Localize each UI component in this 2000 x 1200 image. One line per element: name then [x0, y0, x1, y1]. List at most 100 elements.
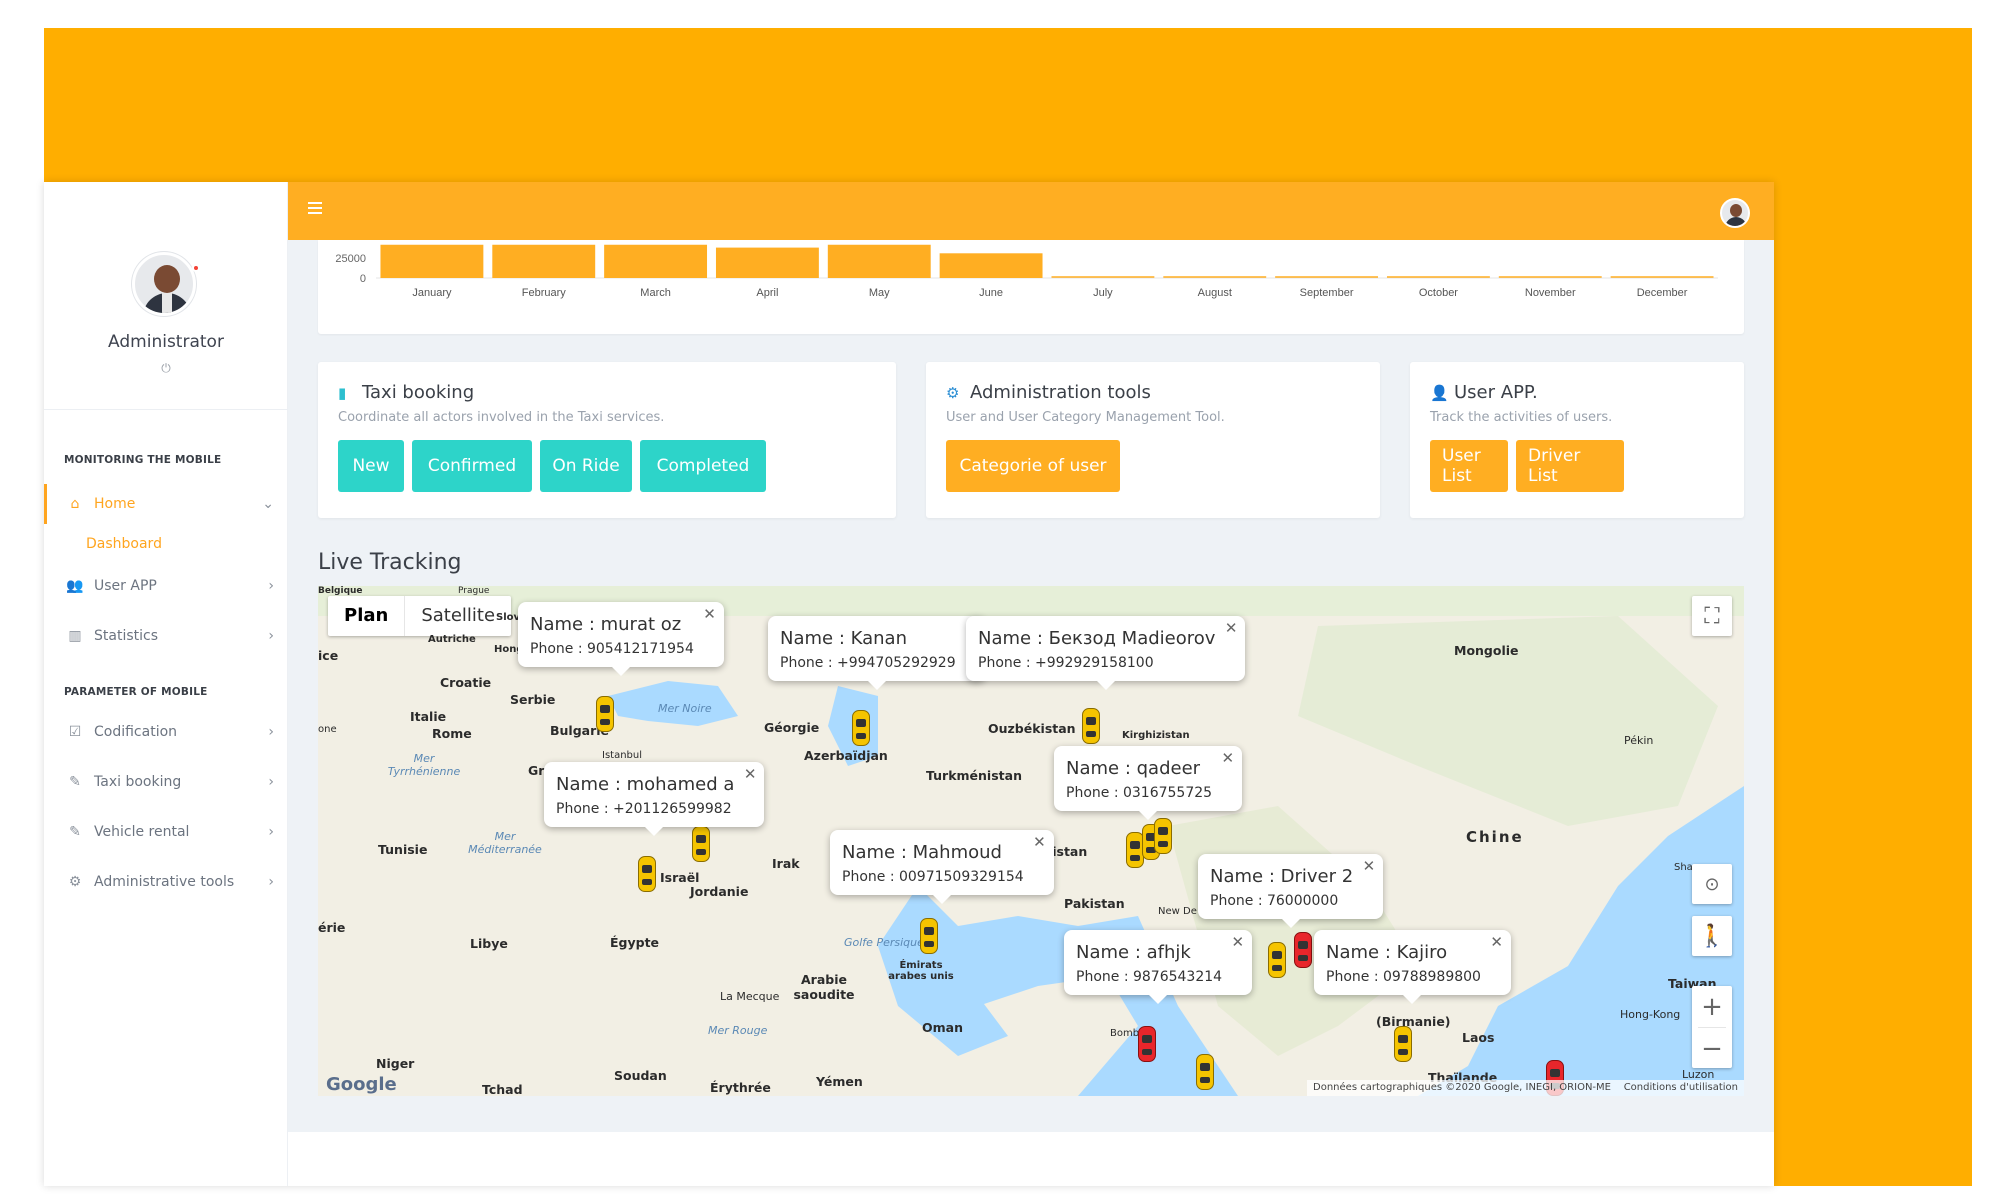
map-label: Pékin [1624, 734, 1654, 747]
categorie-of-user-button[interactable]: Categorie of user [946, 440, 1120, 492]
map-label: Kirghizistan [1122, 730, 1190, 741]
map-label: Bomb [1110, 1028, 1140, 1039]
map-label: Mer Noire [658, 702, 712, 715]
zoom-in-button[interactable]: + [1692, 986, 1732, 1027]
taxi-marker[interactable] [596, 696, 614, 732]
avatar[interactable] [132, 252, 196, 316]
on-ride-button[interactable]: On Ride [540, 440, 632, 492]
driver-info-window: Name : Kanan Phone : +994705292929 ✕ [768, 616, 986, 690]
taxi-marker[interactable] [1394, 1026, 1412, 1062]
sidebar-item-vehicle-rental[interactable]: ✎ Vehicle rental › [44, 812, 288, 852]
chevron-right-icon: › [268, 824, 274, 840]
map-label: érie [318, 920, 346, 935]
map-label: Golfe Persique [844, 936, 924, 949]
sidebar-item-label: Statistics [94, 628, 158, 644]
taxi-marker[interactable] [1138, 1026, 1156, 1062]
gear-icon: ⚙ [946, 383, 960, 402]
driver-info-window: Name : mohamed a Phone : +201126599982 ✕ [544, 762, 765, 836]
close-icon[interactable]: ✕ [744, 765, 757, 783]
x-tick-label: November [1525, 287, 1576, 299]
pencil-icon: ✎ [69, 774, 81, 790]
section-parameter: PARAMETER OF MOBILE [64, 686, 208, 698]
profile-panel: Administrator ⏻ [44, 182, 288, 410]
stage: Administrator ⏻ MONITORING THE MOBILE ⌂ … [0, 0, 2000, 1200]
attribution-text: Données cartographiques ©2020 Google, IN… [1313, 1082, 1611, 1093]
x-tick-label: January [412, 287, 452, 299]
x-tick-label: December [1637, 287, 1688, 299]
taxi-marker[interactable] [1154, 818, 1172, 854]
map-label: (Birmanie) [1376, 1014, 1451, 1029]
map-type-plan[interactable]: Plan [328, 596, 404, 636]
card-title: ⚙ Administration tools [946, 382, 1151, 403]
sidebar-item-statistics[interactable]: ▥ Statistics › [44, 616, 288, 656]
sidebar-item-administrative-tools[interactable]: ⚙ Administrative tools › [44, 862, 288, 902]
terms-link[interactable]: Conditions d'utilisation [1624, 1082, 1738, 1093]
taxi-booking-card: ▮ Taxi booking Coordinate all actors inv… [318, 362, 896, 518]
map-label: Pakistan [1064, 896, 1125, 911]
map-label: Ouzbékistan [988, 721, 1076, 736]
x-tick-label: September [1300, 287, 1354, 299]
sidebar-item-codification[interactable]: ☑ Codification › [44, 712, 288, 752]
map-label: Jordanie [690, 884, 749, 899]
sidebar-item-user-app[interactable]: 👥 User APP › [44, 566, 288, 606]
menu-icon[interactable] [308, 202, 322, 214]
close-icon[interactable]: ✕ [1363, 857, 1376, 875]
map-label: Soudan [614, 1068, 667, 1083]
bar-april[interactable] [715, 247, 819, 278]
completed-button[interactable]: Completed [640, 440, 766, 492]
bar-march[interactable] [604, 244, 708, 278]
driver-phone: Phone : +201126599982 [556, 801, 732, 817]
close-icon[interactable]: ✕ [1225, 619, 1238, 637]
user-list-button[interactable]: User List [1430, 440, 1508, 492]
taxi-marker[interactable] [1268, 942, 1286, 978]
live-tracking-map[interactable]: Plan Satellite Mongolie Chine Ouzbékista… [318, 586, 1744, 1096]
map-label: Mongolie [1454, 643, 1519, 658]
zoom-out-button[interactable]: − [1692, 1028, 1732, 1069]
close-icon[interactable]: ✕ [1490, 933, 1503, 951]
card-title: ▮ Taxi booking [338, 382, 474, 403]
map-label: Libye [470, 936, 508, 951]
bar-may[interactable] [827, 244, 931, 278]
map-label: Mer Tyrrhénienne [387, 752, 461, 778]
driver-name: Name : Kanan [780, 628, 907, 649]
map-label: Azerbaïdjan [804, 748, 888, 763]
y-tick-label: 0 [360, 273, 366, 285]
fullscreen-icon[interactable]: ⛶ [1692, 596, 1732, 636]
close-icon[interactable]: ✕ [1221, 749, 1234, 767]
pencil-icon: ✎ [69, 824, 81, 840]
taxi-marker[interactable] [1294, 932, 1312, 968]
street-view-icon[interactable]: 🚶 [1692, 916, 1732, 956]
user-avatar[interactable] [1720, 198, 1750, 228]
taxi-marker[interactable] [692, 826, 710, 862]
bar-january[interactable] [380, 244, 484, 278]
my-location-icon[interactable]: ⊙ [1692, 864, 1732, 904]
map-label: Prague [458, 586, 490, 596]
bar-june[interactable] [939, 253, 1043, 278]
taxi-marker[interactable] [638, 856, 656, 892]
map-label: Niger [376, 1056, 415, 1071]
monthly-bar-chart: 25000 0 January February March April May June Ju… [335, 244, 1718, 299]
sidebar-item-dashboard[interactable]: Dashboard [86, 536, 162, 552]
driver-list-button[interactable]: Driver List [1516, 440, 1624, 492]
taxi-marker[interactable] [852, 710, 870, 746]
new-button[interactable]: New [338, 440, 404, 492]
taxi-marker[interactable] [1196, 1054, 1214, 1090]
map-label: Rome [432, 726, 472, 741]
sidebar-item-taxi-booking[interactable]: ✎ Taxi booking › [44, 762, 288, 802]
taxi-marker[interactable] [1082, 708, 1100, 744]
close-icon[interactable]: ✕ [703, 605, 716, 623]
close-icon[interactable]: ✕ [1231, 933, 1244, 951]
driver-name: Name : afhjk [1076, 942, 1191, 963]
driver-info-window: Name : Kajiro Phone : 09788989800 ✕ [1314, 930, 1511, 1004]
map-label: Mer Rouge [708, 1024, 768, 1037]
sidebar-item-home[interactable]: ⌂ Home ⌄ [44, 484, 288, 524]
x-tick-label: February [522, 287, 567, 299]
map-label: Arabie saoudite [793, 972, 855, 1002]
briefcase-icon: ▮ [338, 383, 347, 402]
taxi-marker[interactable] [920, 918, 938, 954]
power-icon[interactable]: ⏻ [160, 362, 172, 374]
confirmed-button[interactable]: Confirmed [412, 440, 532, 492]
bar-february[interactable] [492, 244, 596, 278]
close-icon[interactable]: ✕ [1033, 833, 1046, 851]
map-label: Turkménistan [926, 768, 1022, 783]
